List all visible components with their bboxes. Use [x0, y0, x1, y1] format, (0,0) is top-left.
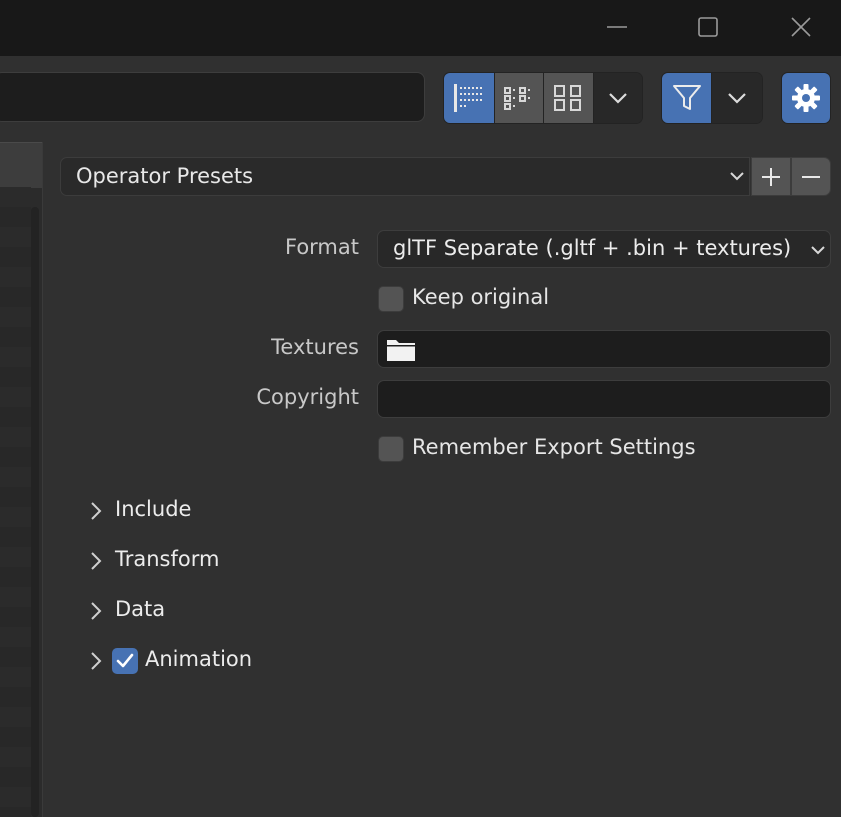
checkmark-icon: [116, 653, 134, 668]
display-mode-dropdown[interactable]: [592, 73, 642, 123]
keep-original-checkbox[interactable]: [378, 286, 404, 312]
filter-options-dropdown[interactable]: [711, 73, 762, 123]
minus-icon: [802, 175, 820, 178]
textures-path-field[interactable]: [377, 330, 831, 368]
gear-icon: [792, 84, 820, 112]
chevron-right-icon: [91, 552, 102, 570]
close-button[interactable]: [781, 8, 821, 46]
settings-group: [781, 72, 831, 124]
display-mode-group: [443, 72, 643, 124]
chevron-down-icon: [728, 93, 746, 104]
format-label: Format: [284, 235, 359, 259]
chevron-right-icon: [91, 502, 102, 520]
directory-path-field[interactable]: [0, 72, 425, 122]
thumbnails-icon: [554, 85, 582, 111]
copyright-field[interactable]: [377, 380, 831, 418]
settings-button[interactable]: [782, 73, 830, 123]
keep-original-label[interactable]: Keep original: [412, 285, 549, 309]
file-list-header: [0, 142, 43, 188]
thumbnails-button[interactable]: [543, 73, 593, 123]
add-preset-button[interactable]: [751, 157, 791, 196]
folder-icon[interactable]: [386, 336, 416, 362]
textures-label: Textures: [271, 335, 359, 359]
section-animation[interactable]: Animation: [88, 646, 288, 676]
remember-export-settings-label[interactable]: Remember Export Settings: [412, 435, 696, 459]
operator-presets-dropdown[interactable]: Operator Presets: [60, 157, 750, 196]
chevron-down-icon: [811, 246, 825, 255]
operator-presets-label: Operator Presets: [76, 164, 254, 188]
animation-checkbox[interactable]: [112, 648, 138, 674]
format-value: glTF Separate (.gltf + .bin + textures): [393, 236, 792, 260]
chevron-down-icon: [608, 93, 627, 104]
minimize-button[interactable]: [597, 8, 637, 46]
vertical-list-icon: [453, 84, 482, 112]
section-animation-label: Animation: [145, 647, 253, 671]
maximize-button[interactable]: [688, 8, 728, 46]
copyright-label: Copyright: [256, 385, 359, 409]
file-list-panel[interactable]: [0, 142, 43, 817]
section-include[interactable]: Include: [88, 496, 288, 526]
filter-toggle-button[interactable]: [662, 73, 712, 123]
file-list-rows[interactable]: [0, 187, 31, 817]
remove-preset-button[interactable]: [791, 157, 831, 196]
chevron-down-icon: [730, 172, 744, 181]
file-list-scrollbar[interactable]: [31, 207, 39, 817]
filter-group: [661, 72, 763, 124]
section-transform[interactable]: Transform: [88, 546, 288, 576]
file-browser-toolbar: [0, 56, 841, 142]
close-icon: [791, 17, 811, 37]
section-data-label: Data: [115, 597, 166, 621]
remember-export-settings-checkbox[interactable]: [378, 436, 404, 462]
title-bar: [0, 0, 841, 56]
horizontal-list-button[interactable]: [493, 73, 543, 123]
chevron-right-icon: [91, 602, 102, 620]
format-dropdown[interactable]: glTF Separate (.gltf + .bin + textures): [377, 230, 831, 268]
vertical-list-button[interactable]: [444, 73, 494, 123]
filter-icon: [672, 85, 701, 110]
chevron-right-icon: [91, 652, 102, 670]
section-transform-label: Transform: [115, 547, 220, 571]
maximize-icon: [698, 17, 718, 37]
horizontal-list-icon: [503, 87, 530, 110]
plus-icon: [762, 167, 780, 186]
panel-divider[interactable]: [42, 142, 43, 817]
minimize-icon: [607, 26, 627, 28]
section-include-label: Include: [115, 497, 192, 521]
section-data[interactable]: Data: [88, 596, 288, 626]
